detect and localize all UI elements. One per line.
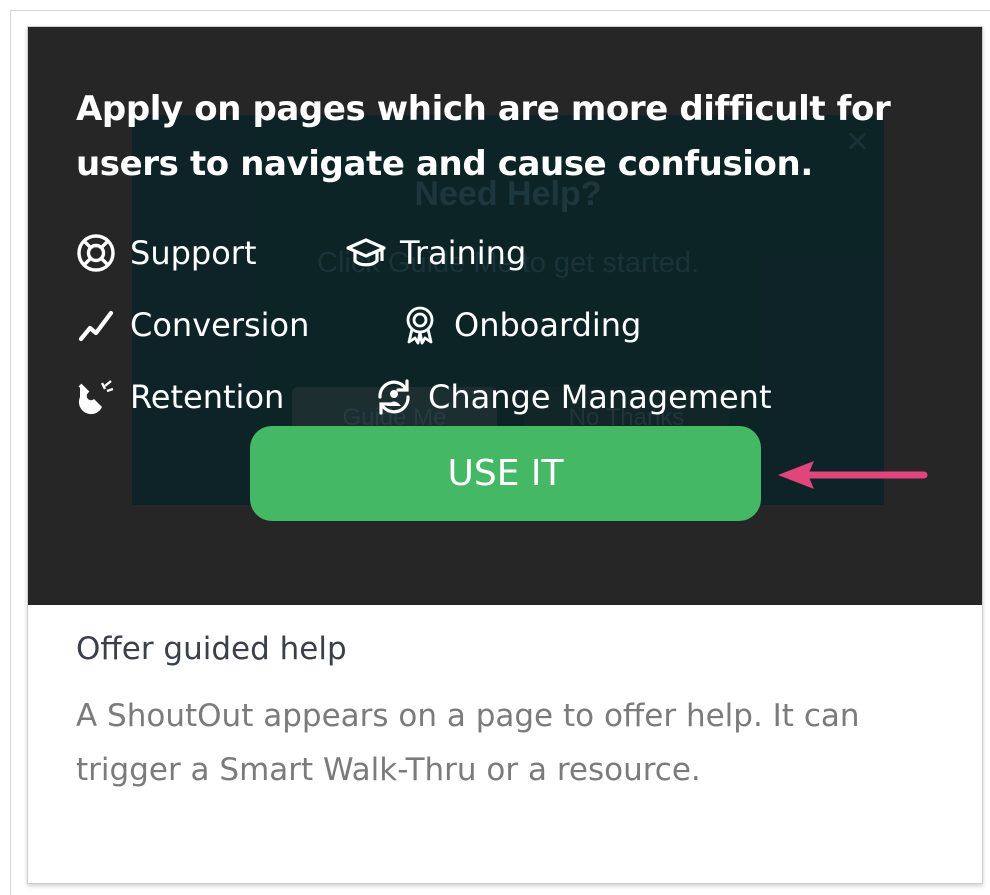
preview-panel: ✕ Need Help? Click Guide Me to get start…: [28, 27, 982, 605]
template-card[interactable]: ✕ Need Help? Click Guide Me to get start…: [27, 26, 983, 884]
card-description: A ShoutOut appears on a page to offer he…: [76, 698, 860, 788]
use-case-label: Change Management: [428, 378, 772, 416]
use-case-label: Training: [400, 234, 527, 272]
award-badge-icon: [400, 305, 440, 345]
use-case-onboarding: Onboarding: [400, 303, 641, 347]
pointer-arrow-icon: [778, 461, 928, 489]
graduation-cap-icon: [346, 233, 386, 273]
use-case-conversion: Conversion: [76, 303, 309, 347]
card-title: Offer guided help: [76, 631, 347, 667]
use-case-label: Conversion: [130, 306, 310, 344]
lifebuoy-icon: [76, 233, 116, 273]
person-cycle-icon: [374, 377, 414, 417]
use-it-button[interactable]: USE IT: [250, 426, 761, 521]
use-case-training: Training: [346, 231, 526, 275]
trend-line-icon: [76, 305, 116, 345]
headline: Apply on pages which are more difficult …: [76, 89, 891, 184]
use-case-change-management: Change Management: [374, 375, 771, 419]
use-case-support: Support: [76, 231, 257, 275]
use-case-label: Support: [130, 234, 257, 272]
use-case-label: Onboarding: [454, 306, 642, 344]
use-case-label: Retention: [130, 378, 285, 416]
use-case-retention: Retention: [76, 375, 284, 419]
magnet-icon: [76, 377, 116, 417]
